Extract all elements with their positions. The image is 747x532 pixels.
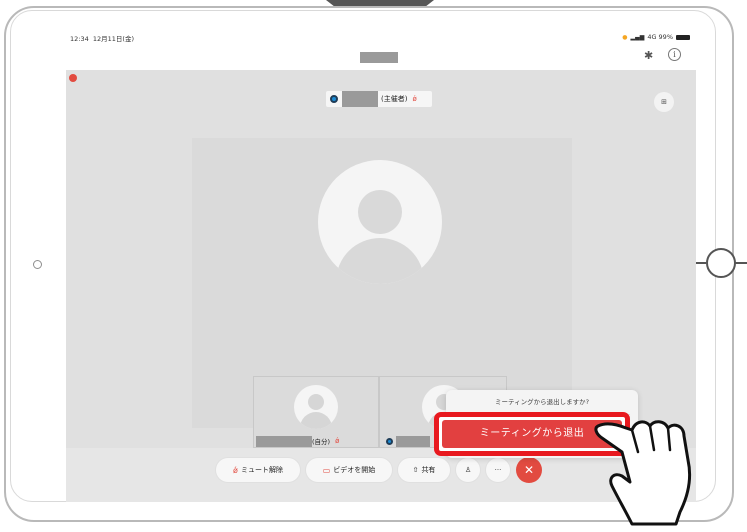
mute-indicator-icon xyxy=(69,74,77,82)
share-label: 共有 xyxy=(421,466,436,474)
self-label: (自分) ǿ xyxy=(256,435,339,447)
mic-muted-icon: ǿ xyxy=(412,95,417,103)
start-video-label: ビデオを開始 xyxy=(333,466,376,474)
start-video-button[interactable]: ▭ ビデオを開始 xyxy=(306,458,392,482)
status-time: 12:34 12月11日(金) xyxy=(70,35,134,43)
battery-icon xyxy=(676,34,690,40)
self-name-redacted xyxy=(256,435,312,447)
avatar-head xyxy=(358,190,402,234)
host-label: (主催者) ǿ xyxy=(326,91,432,107)
bluetooth-icon[interactable]: ✱ xyxy=(644,49,653,62)
audio-status-icon xyxy=(386,437,393,445)
status-bar: 12:34 12月11日(金) ● ▂▄▆ 4G 99% xyxy=(66,28,696,44)
unmute-label: ミュート解除 xyxy=(240,466,283,474)
share-button[interactable]: ⇧ 共有 xyxy=(398,458,450,482)
pointing-hand-icon xyxy=(594,420,692,526)
self-avatar xyxy=(294,385,338,429)
mic-muted-icon: ǿ xyxy=(233,465,238,475)
gallery-view-icon[interactable]: ⊞ xyxy=(654,92,674,112)
more-button[interactable]: ··· xyxy=(486,458,510,482)
signal-icon: ▂▄▆ xyxy=(630,33,645,41)
participants-icon[interactable]: ♙ xyxy=(456,458,480,482)
network-text: 4G 99% xyxy=(647,33,673,41)
mic-muted-icon: ǿ xyxy=(335,437,340,445)
location-dot-icon: ● xyxy=(622,33,628,41)
avatar-head xyxy=(308,394,324,410)
unmute-button[interactable]: ǿ ミュート解除 xyxy=(216,458,300,482)
info-icon[interactable]: i xyxy=(668,48,681,61)
self-thumbnail[interactable]: (自分) ǿ xyxy=(253,376,379,448)
avatar-body xyxy=(300,412,332,429)
participant-label xyxy=(382,435,430,447)
participant-name-redacted xyxy=(396,435,430,447)
leave-question: ミーティングから退出しますか? xyxy=(494,398,590,406)
end-call-button[interactable]: ✕ xyxy=(516,457,542,483)
share-icon: ⇧ xyxy=(412,466,419,474)
video-off-icon: ▭ xyxy=(322,465,331,475)
self-suffix: (自分) xyxy=(312,438,331,446)
home-button-callout xyxy=(706,248,736,278)
host-avatar xyxy=(318,160,442,284)
front-camera-dot xyxy=(33,260,42,269)
host-suffix: (主催者) xyxy=(381,95,408,103)
audio-status-icon xyxy=(330,95,338,103)
avatar-body xyxy=(336,238,424,284)
meeting-title-redacted xyxy=(360,52,398,63)
leave-meeting-label: ミーティングから退出 xyxy=(479,428,585,439)
host-name-redacted xyxy=(342,91,378,107)
callout-line-right xyxy=(734,262,747,264)
meeting-top-bar: ✱ i xyxy=(66,44,696,70)
status-right: ● ▂▄▆ 4G 99% xyxy=(622,33,690,41)
